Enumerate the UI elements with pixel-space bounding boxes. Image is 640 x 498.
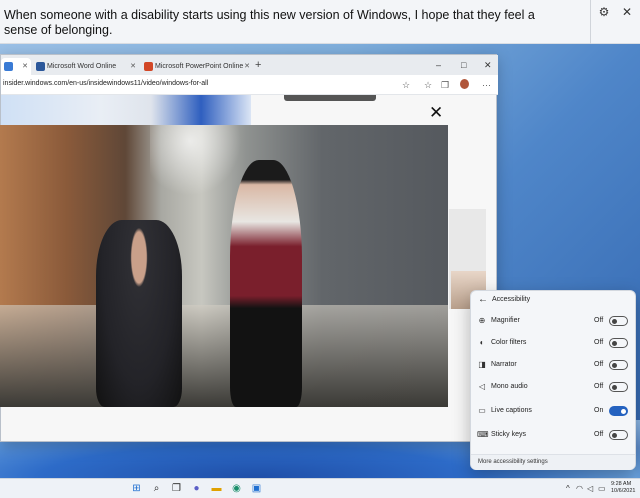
store-icon[interactable]: ▣ xyxy=(250,482,263,495)
close-window-button[interactable]: ✕ xyxy=(484,58,492,72)
flyout-header: ← Accessibility xyxy=(471,291,635,309)
live-captions-bar: When someone with a disability starts us… xyxy=(0,0,640,44)
magnifier-toggle[interactable] xyxy=(609,316,628,326)
close-icon[interactable]: ✕ xyxy=(620,5,634,19)
setting-state: Off xyxy=(594,383,604,390)
footer-label: More accessibility settings xyxy=(478,459,548,465)
setting-state: On xyxy=(594,407,604,414)
chat-icon[interactable]: ● xyxy=(190,482,203,495)
clock[interactable]: 9:28 AM 10/6/2021 xyxy=(611,481,639,495)
back-arrow-icon[interactable]: ← xyxy=(478,294,488,306)
setting-magnifier[interactable]: ⊕ Magnifier Off xyxy=(471,312,635,330)
accessibility-flyout: ← Accessibility ⊕ Magnifier Off ◐ Color … xyxy=(470,290,636,470)
close-tab-icon[interactable]: ✕ xyxy=(22,58,28,75)
video-person-walking xyxy=(230,160,302,407)
caption-divider xyxy=(590,0,591,44)
tab-label: Microsoft Word Online xyxy=(47,63,117,70)
collections-icon[interactable]: ❐ xyxy=(441,79,449,91)
address-bar[interactable]: insider.windows.com/en-us/insidewindows1… xyxy=(1,75,498,95)
setting-sticky-keys[interactable]: ⌨ Sticky keys Off xyxy=(471,426,635,444)
edge-icon[interactable]: ◉ xyxy=(230,482,243,495)
clock-date: 10/6/2021 xyxy=(611,488,636,494)
setting-label: Mono audio xyxy=(491,383,528,390)
setting-mono-audio[interactable]: ◁ Mono audio Off xyxy=(471,378,635,396)
close-video-button[interactable]: ✕ xyxy=(429,104,443,122)
tab-word-online[interactable]: Microsoft Word Online ✕ xyxy=(33,58,139,75)
setting-label: Narrator xyxy=(491,361,517,368)
video-hallway-floor xyxy=(0,305,448,407)
gear-icon[interactable]: ⚙ xyxy=(597,5,611,19)
powerpoint-icon xyxy=(144,62,153,71)
favorite-icon[interactable]: ☆ xyxy=(402,79,410,91)
video-person-wheelchair xyxy=(96,220,182,407)
live-captions-icon: ▭ xyxy=(478,406,486,415)
live-captions-toggle[interactable] xyxy=(609,406,628,416)
close-tab-icon[interactable]: ✕ xyxy=(244,58,250,75)
narrator-icon: ◨ xyxy=(478,360,486,369)
setting-label: Magnifier xyxy=(491,317,520,324)
more-icon[interactable]: ··· xyxy=(482,79,491,91)
setting-state: Off xyxy=(594,339,604,346)
page-banner xyxy=(1,95,251,127)
new-tab-button[interactable]: + xyxy=(255,58,261,73)
setting-label: Sticky keys xyxy=(491,431,527,438)
url-text[interactable]: insider.windows.com/en-us/insidewindows1… xyxy=(3,80,208,87)
start-icon[interactable]: ⊞ xyxy=(130,482,143,495)
magnifier-icon: ⊕ xyxy=(478,316,486,325)
page-button[interactable] xyxy=(284,95,376,101)
profile-avatar[interactable] xyxy=(460,79,469,89)
tab-strip: ✕ Microsoft Word Online ✕ Microsoft Powe… xyxy=(1,55,498,75)
tab-windows-insider[interactable]: ✕ xyxy=(1,58,31,75)
mono-audio-icon: ◁ xyxy=(478,382,486,391)
setting-label: Color filters xyxy=(491,339,527,346)
search-icon[interactable]: ⌕ xyxy=(150,482,163,495)
flyout-title: Accessibility xyxy=(492,296,531,303)
mono-audio-toggle[interactable] xyxy=(609,382,628,392)
maximize-button[interactable]: □ xyxy=(461,58,466,72)
close-tab-icon[interactable]: ✕ xyxy=(130,58,136,75)
minimize-button[interactable]: – xyxy=(436,58,441,72)
favorites-icon[interactable]: ☆ xyxy=(424,79,432,91)
task-view-icon[interactable]: ❐ xyxy=(170,482,183,495)
chevron-up-icon[interactable]: ^ xyxy=(566,483,570,494)
tab-label: Microsoft PowerPoint Online xyxy=(155,63,244,70)
taskbar: ⊞ ⌕ ❐ ● ▬ ◉ ▣ ^ ◠ ◁ ▭ 9:28 AM 10/6/2021 xyxy=(0,478,640,498)
volume-icon[interactable]: ◁ xyxy=(587,483,593,494)
color-filters-icon: ◐ xyxy=(479,338,485,347)
file-explorer-icon[interactable]: ▬ xyxy=(210,482,223,495)
setting-live-captions[interactable]: ▭ Live captions On xyxy=(471,402,635,420)
narrator-toggle[interactable] xyxy=(609,360,628,370)
color-filters-toggle[interactable] xyxy=(609,338,628,348)
clock-time: 9:28 AM xyxy=(611,481,632,487)
wifi-icon[interactable]: ◠ xyxy=(576,483,583,494)
setting-state: Off xyxy=(594,431,604,438)
setting-label: Live captions xyxy=(491,407,532,414)
word-icon xyxy=(36,62,45,71)
setting-color-filters[interactable]: ◐ Color filters Off xyxy=(471,334,635,352)
more-accessibility-settings-link[interactable]: More accessibility settings xyxy=(471,454,635,470)
video-player[interactable] xyxy=(0,125,448,407)
setting-narrator[interactable]: ◨ Narrator Off xyxy=(471,356,635,374)
setting-state: Off xyxy=(594,361,604,368)
caption-text: When someone with a disability starts us… xyxy=(4,8,535,37)
battery-icon[interactable]: ▭ xyxy=(598,483,606,494)
setting-state: Off xyxy=(594,317,604,324)
sticky-keys-icon: ⌨ xyxy=(477,430,489,439)
windows-icon xyxy=(4,62,13,71)
tab-powerpoint-online[interactable]: Microsoft PowerPoint Online ✕ xyxy=(141,58,253,75)
video-ceiling-lights xyxy=(150,125,250,205)
sticky-keys-toggle[interactable] xyxy=(609,430,628,440)
